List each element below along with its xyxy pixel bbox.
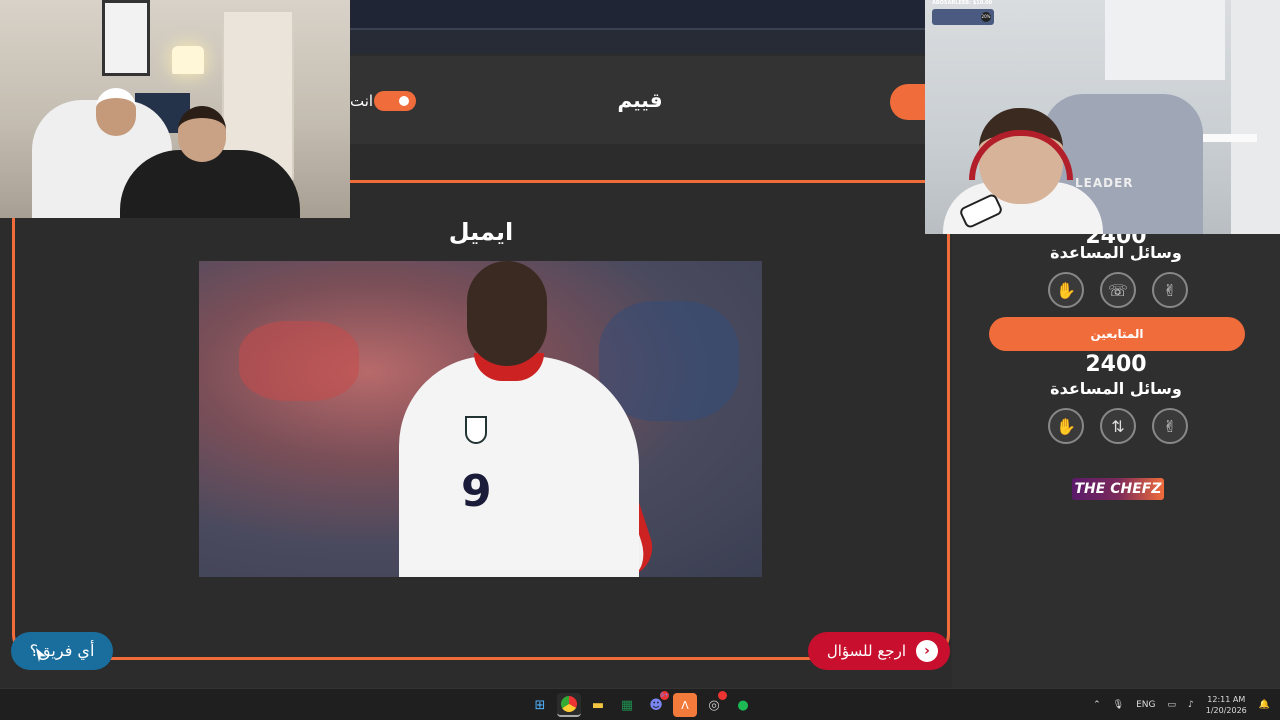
donation-goal-bar: 20% (932, 9, 994, 25)
crowd-blur (239, 321, 359, 401)
taskbar: ⊞ ▬ ▦ ☻ 9+ Λ ◎ ● ⌃ 🎙 ENG ▭ ♪ 12:11 AM 1/2… (0, 688, 1280, 720)
spotify-icon[interactable]: ● (731, 693, 755, 717)
language-indicator[interactable]: ENG (1136, 700, 1155, 710)
sponsor-logo: THE CHEFZ (1072, 478, 1164, 500)
swap-icon[interactable]: ⇅ (1100, 408, 1136, 444)
chevron-up-icon[interactable]: ⌃ (1093, 700, 1101, 710)
clock-time: 12:11 AM (1207, 695, 1246, 704)
hand-icon[interactable]: ✋ (1048, 272, 1084, 308)
discord-badge: 9+ (660, 691, 669, 700)
shirt-number: 9 (461, 466, 492, 517)
person-right-head (178, 106, 226, 162)
team2-score: 2400 (1085, 352, 1147, 377)
framed-jersey (102, 0, 150, 76)
donation-progress: 20% (981, 12, 991, 22)
header-title: قييم (617, 88, 663, 112)
which-team-button[interactable]: أي فريق؟ (11, 632, 113, 670)
donation-alert: ABOSARLEEB: $10.00 20% (932, 0, 996, 26)
answer-image: 9 (199, 261, 762, 577)
team2-name-pill[interactable]: المتابعين (989, 317, 1245, 351)
player-head (467, 261, 547, 366)
clock[interactable]: 12:11 AM 1/20/2026 (1206, 694, 1247, 716)
player-shirt (399, 356, 639, 577)
system-tray: ⌃ 🎙 ENG ▭ ♪ 12:11 AM 1/20/2026 🔔 (1093, 689, 1270, 720)
aids-label-team2: وسائل المساعدة (1050, 379, 1182, 398)
peace-icon[interactable]: ✌ (1152, 272, 1188, 308)
chevron-right-icon: › (916, 640, 938, 662)
crowd-blur (599, 301, 739, 421)
aids-row-team1: ✋ ☏ ✌ (1048, 272, 1188, 308)
microphone-icon[interactable]: 🎙 (1113, 700, 1124, 710)
donor-name: ABOSARLEEB: $10.00 (932, 0, 993, 6)
notification-bell-icon[interactable]: 🔔 (1259, 700, 1270, 710)
discord-icon[interactable]: ☻ 9+ (644, 691, 669, 717)
toggle-knob (396, 93, 412, 109)
window (1105, 0, 1225, 80)
webcam-right: LEADER (925, 0, 1280, 234)
peace-icon[interactable]: ✌ (1152, 408, 1188, 444)
answer-title: ايميل (448, 218, 514, 246)
chair-brand: LEADER (1075, 176, 1134, 190)
aids-row-team2: ✋ ⇅ ✌ (1048, 408, 1188, 444)
app-top-bar (340, 0, 940, 28)
webcam-left (0, 0, 350, 218)
app-sub-bar (340, 28, 940, 54)
chrome-icon[interactable] (557, 693, 581, 717)
back-to-question-button[interactable]: ارجع للسؤال › (808, 632, 950, 670)
lamp (172, 46, 204, 74)
phone-icon[interactable]: ☏ (1100, 272, 1136, 308)
england-crest-icon (465, 416, 487, 444)
app-icon[interactable]: Λ (673, 693, 697, 717)
hand-icon[interactable]: ✋ (1048, 408, 1084, 444)
speaker-icon[interactable]: ♪ (1188, 700, 1194, 710)
windows-start-icon[interactable]: ⊞ (528, 693, 552, 717)
curtain (1231, 0, 1280, 234)
obs-badge (718, 691, 727, 700)
person-left-head (96, 88, 136, 136)
obs-icon[interactable]: ◎ (702, 691, 727, 717)
back-button-label: ارجع للسؤال (826, 642, 906, 660)
excel-icon[interactable]: ▦ (615, 693, 639, 717)
network-icon[interactable]: ▭ (1167, 700, 1176, 710)
toggle-label: انت (350, 92, 374, 110)
aids-label-team1: وسائل المساعدة (1050, 243, 1182, 262)
taskbar-apps: ⊞ ▬ ▦ ☻ 9+ Λ ◎ ● (528, 691, 755, 717)
timer-toggle[interactable] (374, 91, 416, 111)
file-explorer-icon[interactable]: ▬ (586, 693, 610, 717)
stream-screen: قييم انت ايميل 9 2400 وسائل المساعدة ✋ ☏… (0, 0, 1280, 720)
clock-date: 1/20/2026 (1205, 706, 1247, 715)
